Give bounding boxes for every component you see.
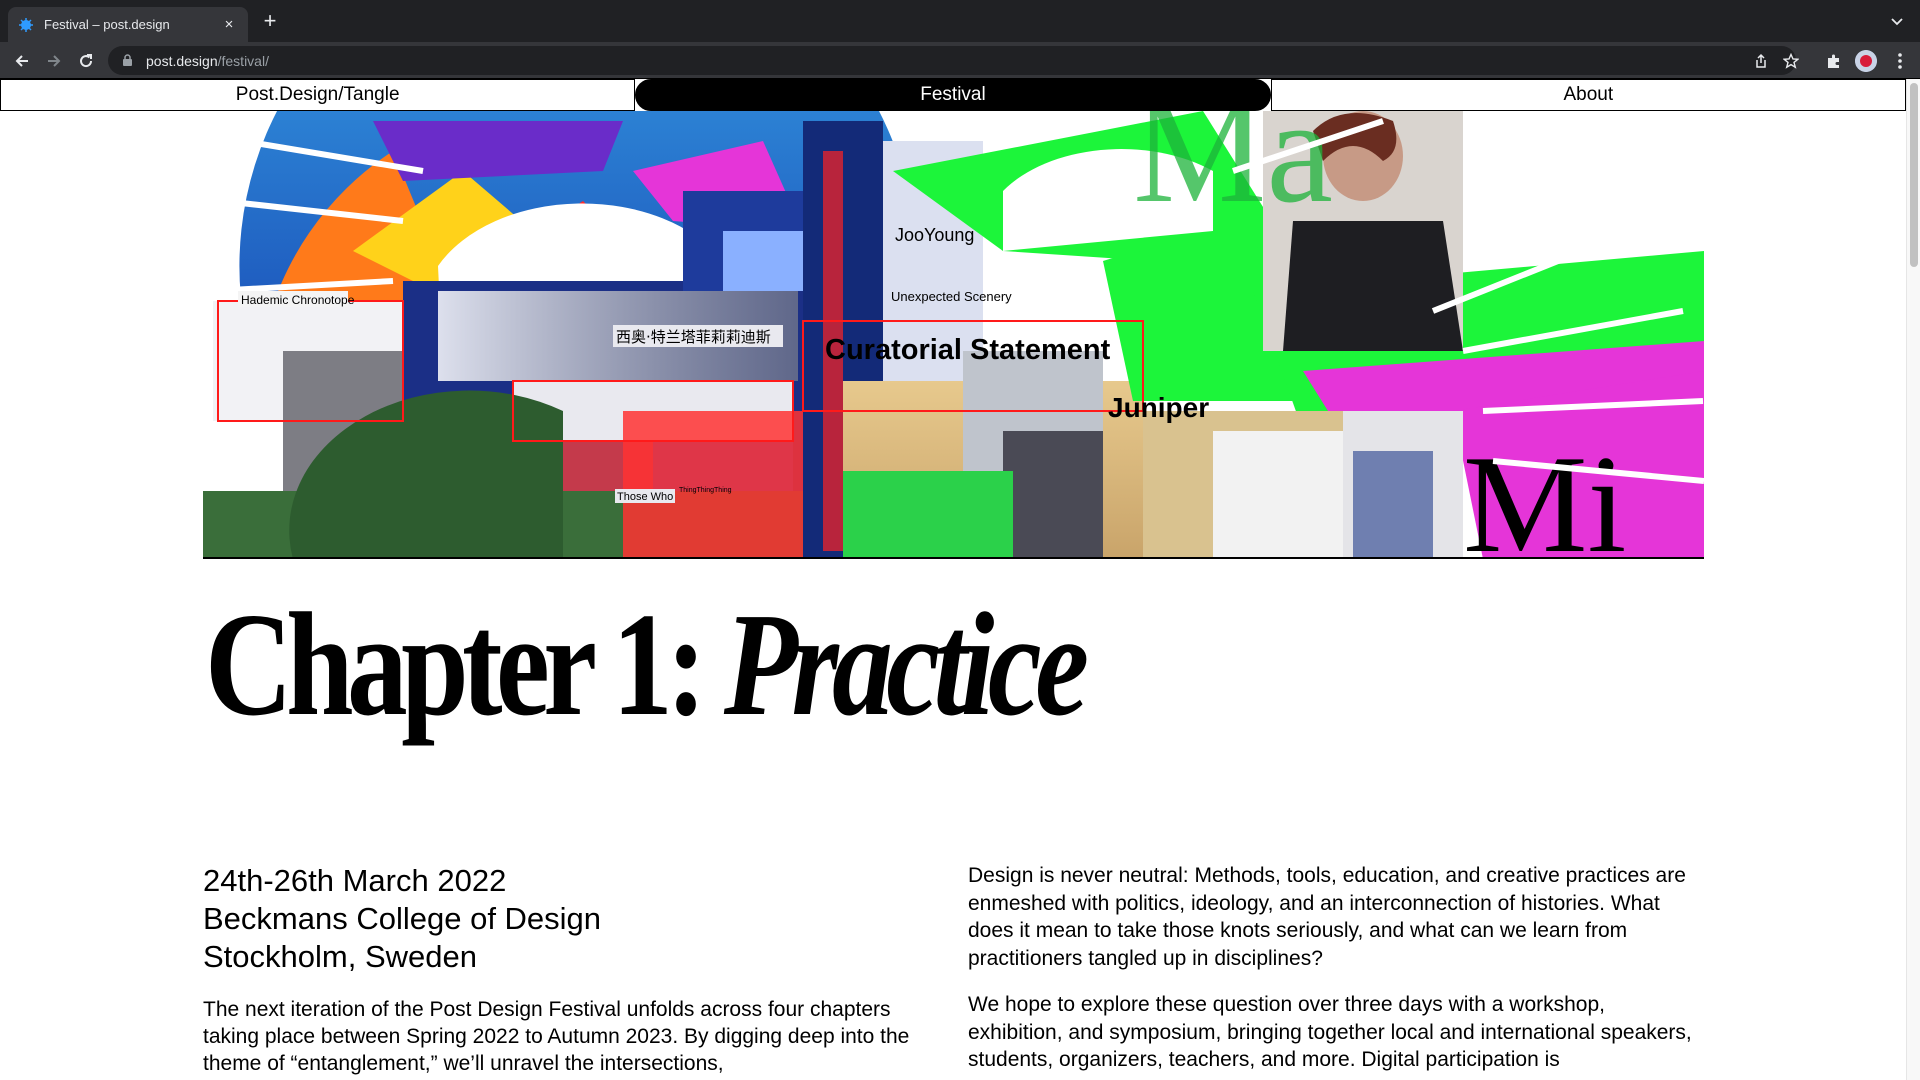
share-icon[interactable] — [1752, 52, 1770, 70]
hero-label-those-who: Those Who — [617, 491, 673, 503]
lock-icon[interactable] — [122, 54, 136, 68]
tab-search-chevron-icon[interactable] — [1888, 12, 1906, 30]
intro-paragraph: The next iteration of the Post Design Fe… — [203, 998, 910, 1075]
statement-paragraph-2: We hope to explore these question over t… — [968, 993, 1692, 1071]
hero-label-thing: ThingThingThing — [679, 487, 732, 494]
nav-item-festival[interactable]: Festival — [635, 79, 1271, 111]
event-date: 24th-26th March 2022 — [203, 863, 507, 898]
statement-paragraph-1: Design is never neutral: Methods, tools,… — [968, 864, 1686, 970]
profile-avatar[interactable] — [1855, 50, 1877, 72]
site-navigation: Post.Design/Tangle Festival About — [0, 79, 1906, 111]
hero-label-jooyoung: JooYoung — [895, 225, 974, 245]
browser-menu-icon[interactable] — [1890, 50, 1910, 72]
hero-label-juniper: Juniper — [1108, 392, 1209, 423]
event-city: Stockholm, Sweden — [203, 939, 477, 974]
address-bar[interactable]: post.design/festival/ — [108, 46, 1799, 75]
url-path: /festival/ — [217, 52, 269, 69]
statement-column: Design is never neutral: Methods, tools,… — [968, 862, 1698, 1080]
chapter-prefix: Chapter 1: — [205, 583, 707, 747]
hero-label-curatorial: Curatorial Statement — [825, 334, 1111, 366]
tab-title: Festival – post.design — [44, 17, 170, 32]
event-details-column: 24th-26th March 2022 Beckmans College of… — [203, 862, 933, 1077]
browser-tab-bar: Festival – post.design × + — [0, 0, 1920, 42]
extensions-puzzle-icon[interactable] — [1824, 51, 1844, 71]
hero-label-chronotope: Hademic Chronotope — [241, 293, 355, 307]
hero-collage-image: Ma Mi Hademic Chronotope 西奥·特兰塔菲莉莉迪斯 Joo… — [203, 111, 1704, 559]
browser-tab[interactable]: Festival – post.design × — [8, 7, 248, 42]
new-tab-icon[interactable]: + — [258, 10, 282, 34]
svg-text:Mi: Mi — [1463, 427, 1626, 559]
chapter-heading: Chapter 1: Practice — [205, 591, 1089, 739]
nav-item-post-design-tangle[interactable]: Post.Design/Tangle — [0, 79, 636, 111]
page-scrollbar[interactable] — [1906, 79, 1920, 1080]
reload-icon[interactable] — [73, 48, 99, 74]
event-venue: Beckmans College of Design — [203, 901, 602, 936]
svg-text:Ma: Ma — [1133, 111, 1333, 234]
page-viewport: Post.Design/Tangle Festival About Ma Mi … — [0, 79, 1920, 1080]
hero-label-chinese: 西奥·特兰塔菲莉莉迪斯 — [616, 328, 771, 346]
hero-label-scenery: Unexpected Scenery — [891, 289, 1012, 304]
site-favicon-icon — [18, 17, 34, 33]
chapter-title-text: Practice — [723, 583, 1089, 747]
event-info: 24th-26th March 2022 Beckmans College of… — [203, 862, 933, 976]
browser-toolbar: post.design/festival/ — [0, 42, 1920, 79]
back-arrow-icon[interactable] — [9, 48, 35, 74]
scrollbar-thumb[interactable] — [1910, 83, 1918, 267]
forward-arrow-icon[interactable] — [41, 48, 67, 74]
nav-item-about[interactable]: About — [1270, 79, 1906, 111]
collage-graphic: Ma Mi Hademic Chronotope 西奥·特兰塔菲莉莉迪斯 Joo… — [203, 111, 1704, 559]
url-host: post.design — [146, 52, 218, 69]
close-tab-icon[interactable]: × — [220, 16, 238, 33]
bookmark-star-icon[interactable] — [1782, 52, 1800, 70]
